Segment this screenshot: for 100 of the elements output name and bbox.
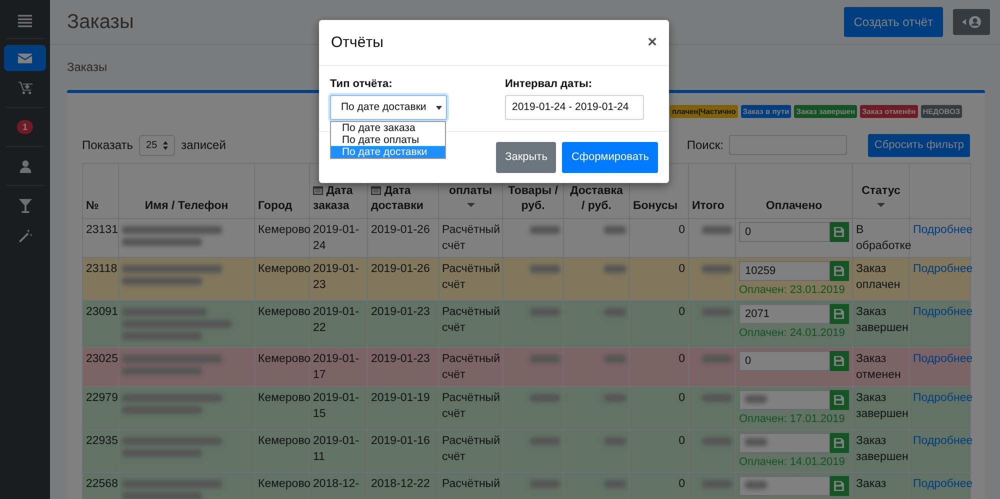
caret-icon	[466, 203, 474, 208]
cart-icon	[18, 81, 32, 95]
redacted-text	[702, 436, 732, 444]
date-range-field[interactable]: 2019-01-24 - 2019-01-24	[505, 95, 644, 120]
bonus-cell: 0	[630, 300, 688, 347]
search-field[interactable]	[729, 135, 848, 156]
page-length-select[interactable]: 25	[139, 134, 176, 156]
redacted-text	[702, 308, 732, 316]
caret-icon	[877, 203, 885, 208]
details-link[interactable]: Подробнее	[913, 224, 973, 236]
status-cell: Заказ оплачен	[852, 257, 910, 300]
payment-date-note: Оплачен: 24.01.2019	[739, 326, 846, 340]
user-icon	[18, 158, 32, 174]
redacted-text	[604, 264, 626, 272]
close-dialog-button[interactable]: Закрыть	[496, 142, 556, 172]
order-number: 22979	[82, 386, 118, 429]
status-cell: В обработке	[852, 218, 910, 257]
close-button[interactable]: ×	[648, 35, 657, 52]
magic-wand-icon	[18, 228, 32, 242]
redacted-text	[702, 394, 732, 402]
column-header: Город	[254, 163, 310, 218]
dropdown-option[interactable]: По дате заказа	[331, 122, 445, 134]
payment-date-note: Оплачен: 14.01.2019	[739, 454, 846, 468]
payment-date-note: Оплачен: 17.01.2019	[739, 412, 846, 426]
save-button[interactable]	[830, 390, 849, 410]
column-header[interactable]: Статус	[852, 163, 910, 218]
order-date: 2019-01-11	[313, 434, 360, 462]
city-cell: Кемерово	[254, 386, 310, 429]
redacted-text	[530, 226, 560, 234]
redacted-text	[702, 226, 732, 234]
column-header: Имя / Телефон	[118, 163, 254, 218]
redacted-text	[604, 226, 626, 234]
payment-method: Расчётный счёт	[438, 257, 502, 300]
redacted-text	[745, 438, 767, 446]
redacted-text	[530, 354, 560, 362]
calendar-icon	[371, 185, 381, 196]
order-date: 2019-01-24	[313, 224, 360, 252]
user-menu-button[interactable]	[953, 9, 990, 35]
save-button[interactable]	[830, 260, 849, 280]
delivery-date: 2019-01-26	[371, 224, 430, 236]
details-link[interactable]: Подробнее	[913, 262, 973, 274]
city-cell: Кемерово	[254, 347, 310, 386]
delivery-date: 2019-01-23	[371, 352, 430, 364]
sidebar-item[interactable]: 1	[4, 114, 46, 140]
save-button[interactable]	[830, 476, 849, 496]
save-button[interactable]	[830, 304, 849, 324]
city-cell: Кемерово	[254, 300, 310, 347]
redacted-text	[604, 394, 626, 402]
reset-filter-button[interactable]: Сбросить фильтр	[868, 134, 970, 156]
delivery-date: 2019-01-19	[371, 392, 430, 404]
records-label: записей	[181, 137, 226, 154]
caret-icon	[436, 106, 442, 110]
status-cell: Заказ завершен	[852, 300, 910, 347]
payment-method: Расчётный счёт	[438, 386, 502, 429]
dropdown-option[interactable]: По дате доставки	[331, 146, 445, 158]
delivery-date: 2019-01-16	[371, 434, 430, 446]
delivery-date: 2018-12-22	[371, 478, 430, 490]
paid-amount-field[interactable]	[739, 432, 830, 452]
calendar-icon	[313, 185, 323, 196]
column-header: Итого	[688, 163, 736, 218]
create-report-button[interactable]: Создать отчёт	[844, 7, 943, 37]
redacted-text	[702, 354, 732, 362]
field-label: Интервал даты:	[505, 76, 594, 92]
payment-method: Расчётный счёт	[438, 429, 502, 472]
envelope-icon	[16, 51, 34, 65]
order-number: 23091	[82, 300, 118, 347]
save-button[interactable]	[830, 432, 849, 452]
redacted-text	[604, 354, 626, 362]
save-button[interactable]	[830, 222, 849, 242]
status-cell: Заказ завершен	[852, 429, 910, 472]
redacted-text	[745, 480, 767, 488]
bonus-cell: 0	[630, 429, 688, 472]
paid-amount-field[interactable]: 0	[739, 222, 830, 242]
paid-amount-field[interactable]: 2071	[739, 304, 830, 324]
order-number: 23131	[82, 218, 118, 257]
report-type-select[interactable]: По дате доставки	[330, 95, 447, 120]
paid-amount-field[interactable]: 10259	[739, 260, 830, 280]
bonus-cell: 0	[630, 218, 688, 257]
save-button[interactable]	[830, 350, 849, 370]
caret-icon	[962, 19, 966, 25]
paid-amount-field[interactable]	[739, 390, 830, 410]
sidebar-item[interactable]	[4, 45, 46, 71]
payment-method: Расчётный счёт	[438, 218, 502, 257]
generate-button[interactable]: Сформировать	[562, 142, 658, 172]
paid-amount-field[interactable]: 0	[739, 350, 830, 370]
order-number: 22935	[82, 429, 118, 472]
redacted-text	[745, 394, 767, 402]
dialog-title: Отчёты	[331, 33, 384, 53]
redacted-text	[530, 308, 560, 316]
redacted-text	[530, 480, 560, 488]
order-date: 2019-01-22	[313, 306, 360, 334]
field-label: Тип отчёта:	[330, 76, 394, 92]
status-cell: Заказ отменен	[852, 347, 910, 386]
redacted-text	[702, 264, 732, 272]
page-title: Заказы	[67, 10, 135, 35]
paid-amount-field[interactable]	[739, 476, 830, 496]
column-header: №	[82, 163, 118, 218]
bonus-cell: 0	[630, 386, 688, 429]
dropdown-option[interactable]: По дате оплаты	[331, 134, 445, 146]
city-cell: Кемерово	[254, 429, 310, 472]
